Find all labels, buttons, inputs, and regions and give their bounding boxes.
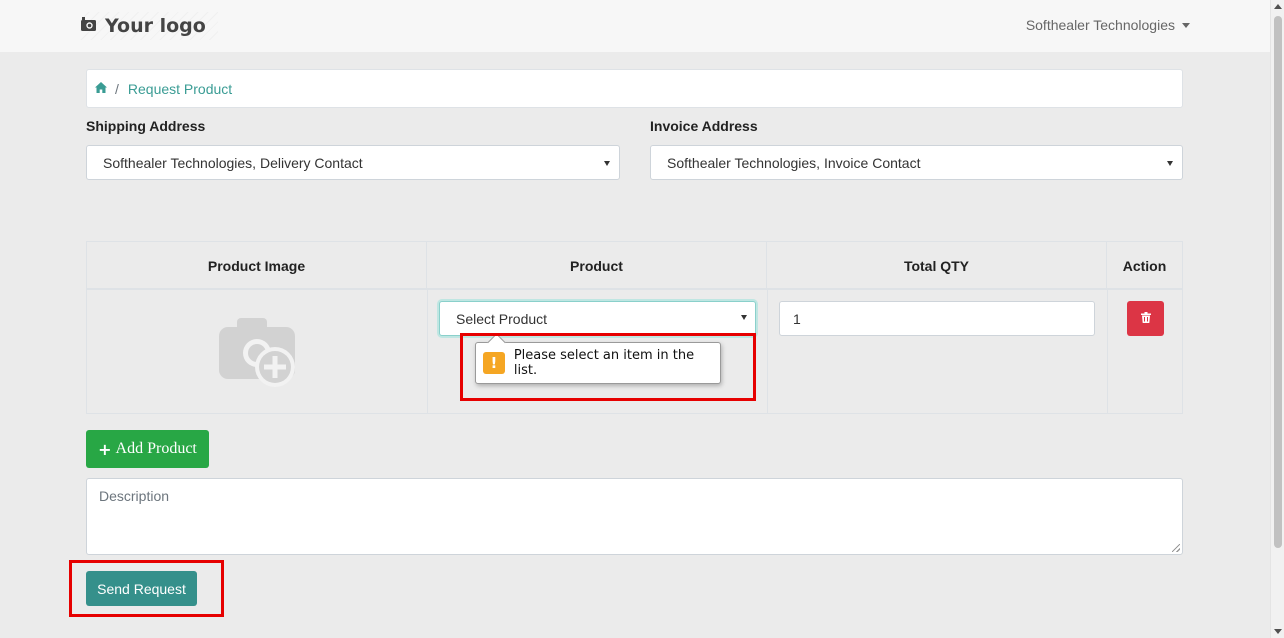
description-placeholder: Description	[99, 488, 170, 504]
column-header-action: Action	[1122, 257, 1167, 274]
resize-handle-icon[interactable]	[1172, 544, 1180, 552]
logo[interactable]: Your logo	[80, 12, 218, 40]
column-header-product-image: Product Image	[87, 242, 427, 289]
scroll-down-icon[interactable]	[1274, 629, 1282, 634]
camera-icon	[80, 15, 97, 37]
chevron-down-icon	[741, 315, 747, 320]
column-divider	[767, 289, 768, 414]
column-divider	[1107, 289, 1108, 414]
description-textarea[interactable]: Description	[86, 478, 1183, 555]
quantity-value: 1	[793, 310, 801, 327]
add-product-label: Add Product	[115, 440, 197, 457]
trash-icon	[1140, 310, 1151, 328]
invoice-address-select[interactable]: Softhealer Technologies, Invoice Contact	[650, 145, 1183, 180]
quantity-input[interactable]: 1	[779, 301, 1095, 336]
user-menu-label: Softhealer Technologies	[1025, 17, 1175, 33]
home-icon[interactable]	[95, 81, 107, 96]
column-header-product: Product	[427, 242, 767, 289]
image-placeholder-icon[interactable]	[219, 318, 299, 393]
highlight-box-tooltip	[460, 333, 756, 401]
chevron-down-icon	[1182, 22, 1190, 28]
send-request-label: Send Request	[97, 580, 186, 597]
top-navbar: Your logo Softhealer Technologies	[0, 0, 1270, 52]
column-divider	[427, 289, 428, 414]
product-select-value: Select Product	[456, 310, 548, 327]
breadcrumb-separator: /	[115, 80, 119, 97]
shipping-address-label: Shipping Address	[86, 118, 206, 134]
breadcrumb-current[interactable]: Request Product	[128, 81, 232, 97]
logo-text: Your logo	[105, 15, 206, 37]
invoice-address-value: Softhealer Technologies, Invoice Contact	[667, 154, 921, 171]
shipping-address-select[interactable]: Softhealer Technologies, Delivery Contac…	[86, 145, 620, 180]
chevron-down-icon	[604, 161, 610, 166]
invoice-address-label: Invoice Address	[650, 118, 758, 134]
delete-row-button[interactable]	[1127, 301, 1164, 336]
scroll-up-icon[interactable]	[1274, 4, 1282, 9]
shipping-address-value: Softhealer Technologies, Delivery Contac…	[103, 154, 363, 171]
header-divider	[87, 288, 1182, 290]
scrollbar-thumb[interactable]	[1274, 16, 1282, 548]
add-product-button[interactable]: + Add Product	[86, 430, 209, 468]
plus-icon: +	[98, 439, 112, 459]
column-header-total-qty: Total QTY	[767, 242, 1107, 289]
breadcrumb: / Request Product	[86, 69, 1183, 108]
chevron-down-icon	[1167, 161, 1173, 166]
product-select[interactable]: Select Product	[439, 301, 756, 336]
user-menu-dropdown[interactable]: Softhealer Technologies	[1026, 17, 1190, 33]
send-request-button[interactable]: Send Request	[86, 571, 197, 606]
page-scrollbar[interactable]	[1270, 0, 1284, 638]
